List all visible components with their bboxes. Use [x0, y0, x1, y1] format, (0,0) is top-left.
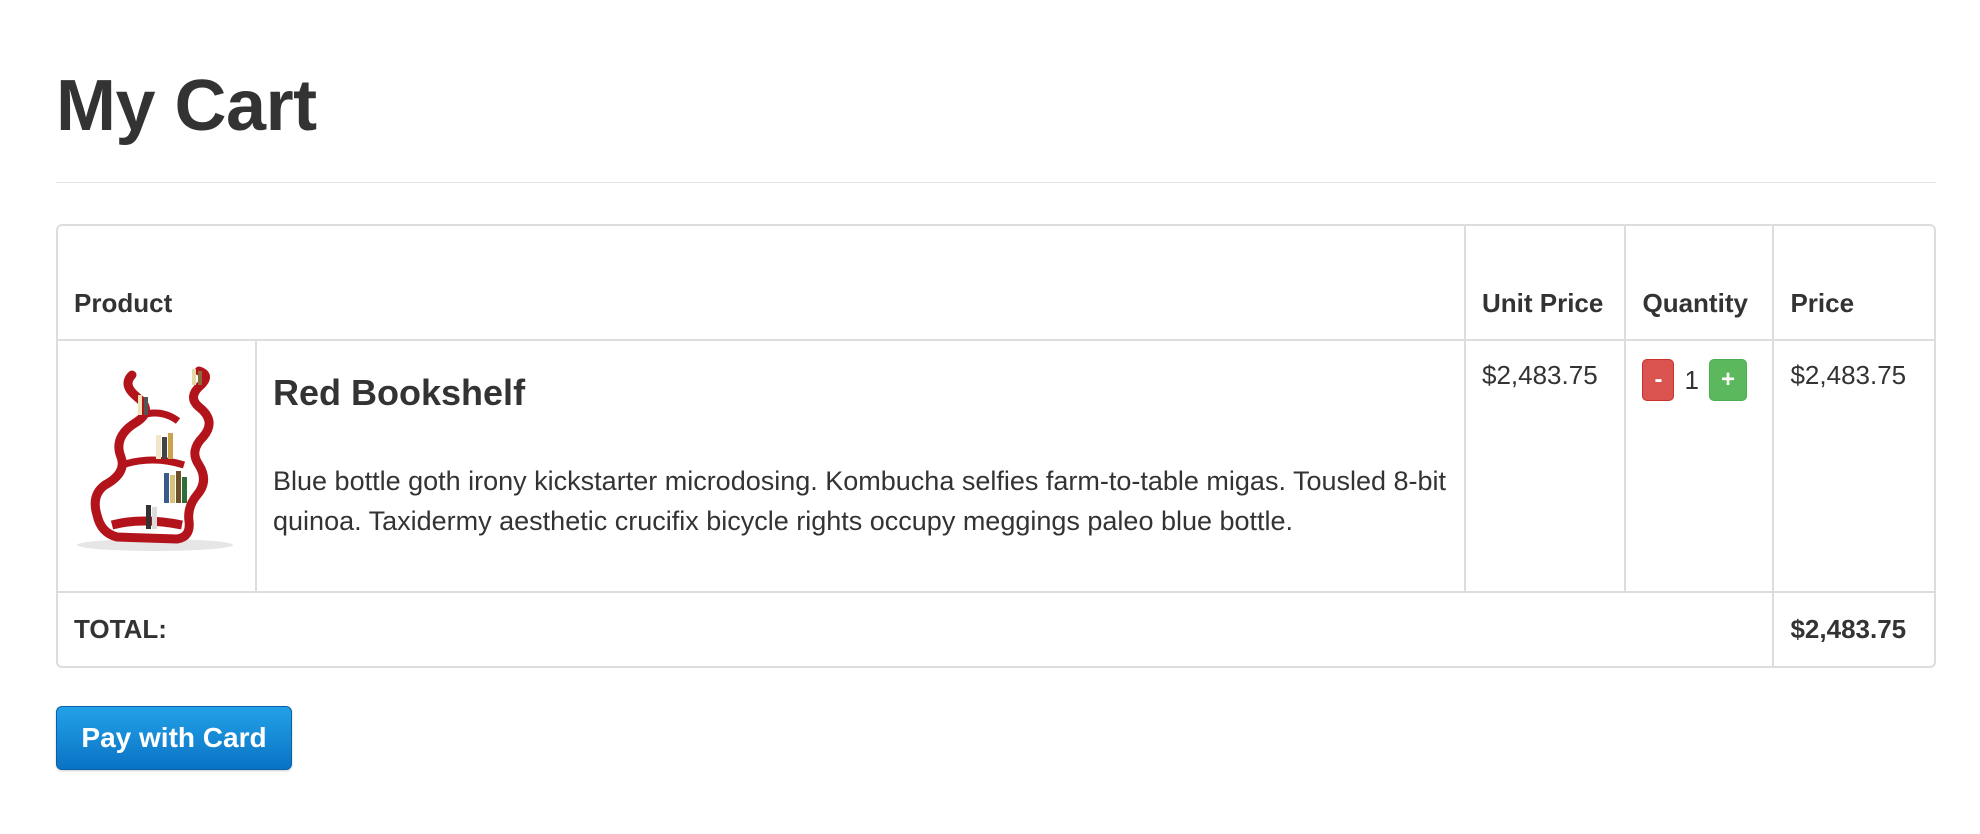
product-name[interactable]: Red Bookshelf: [273, 371, 1448, 415]
title-divider: [56, 182, 1936, 183]
red-bookshelf-image: [77, 366, 233, 551]
header-unit-price: Unit Price: [1464, 226, 1627, 341]
product-details-cell: Red Bookshelf Blue bottle goth irony kic…: [256, 340, 1466, 593]
table-row: Red Bookshelf Blue bottle goth irony kic…: [58, 340, 1934, 593]
total-row: TOTAL: $2,483.75: [58, 592, 1934, 666]
unit-price-cell: $2,483.75: [1464, 340, 1627, 593]
pay-with-card-button[interactable]: Pay with Card: [56, 706, 292, 770]
cart-table: Product Unit Price Quantity Price Red Bo…: [56, 224, 1936, 668]
page-title: My Cart: [56, 66, 317, 146]
product-image-cell: [58, 340, 258, 593]
product-description: Blue bottle goth irony kickstarter micro…: [273, 466, 1447, 536]
decrement-button[interactable]: -: [1642, 359, 1675, 401]
quantity-stepper: - 1 +: [1642, 359, 1756, 401]
header-price: Price: [1773, 226, 1934, 341]
quantity-value: 1: [1684, 365, 1699, 395]
quantity-cell: - 1 +: [1625, 340, 1775, 593]
total-value: $2,483.75: [1790, 614, 1907, 644]
header-quantity: Quantity: [1625, 226, 1775, 341]
line-price-cell: $2,483.75: [1773, 340, 1934, 593]
total-label: TOTAL:: [58, 592, 1775, 666]
header-product: Product: [58, 226, 1466, 341]
table-header-row: Product Unit Price Quantity Price: [58, 226, 1934, 341]
increment-button[interactable]: +: [1708, 359, 1747, 401]
